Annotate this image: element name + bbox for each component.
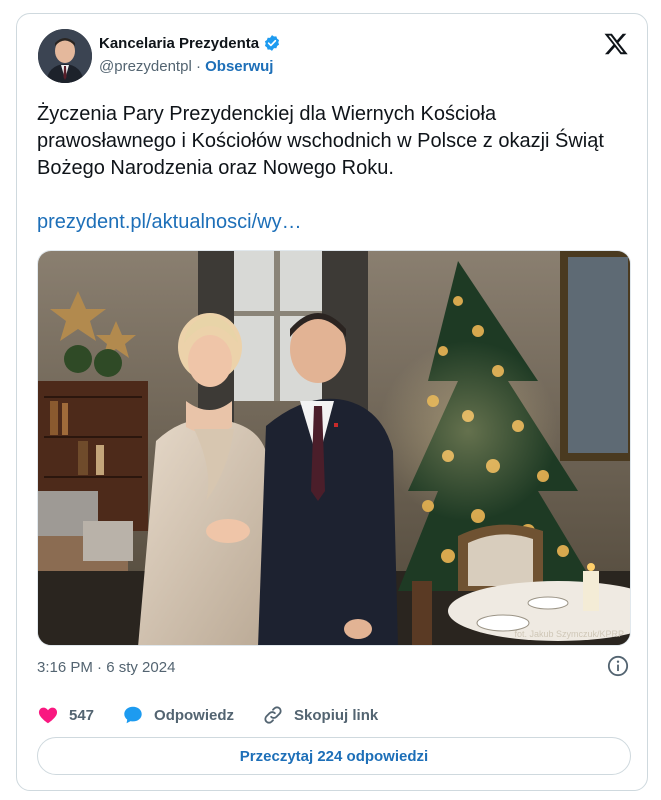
speech-bubble-icon: [124, 706, 142, 724]
copy-link-label: Skopiuj link: [294, 706, 379, 724]
account-display-name[interactable]: Kancelaria Prezydenta: [99, 35, 259, 52]
photo-credit: fot. Jakub Szymczuk/KPRP: [514, 629, 624, 639]
avatar[interactable]: [38, 29, 92, 83]
follow-button[interactable]: Obserwuj: [205, 58, 273, 75]
link-icon: [264, 706, 282, 724]
read-replies-button[interactable]: Przeczytaj 224 odpowiedzi: [37, 737, 631, 775]
account-name-row: Kancelaria Prezydenta: [99, 34, 281, 52]
handle-row: @prezydentpl · Obserwuj: [99, 58, 273, 75]
copy-link-button[interactable]: Skopiuj link: [262, 704, 378, 726]
tweet-card: Kancelaria Prezydenta @prezydentpl · Obs…: [16, 13, 648, 791]
reply-button[interactable]: Odpowiedz: [122, 704, 234, 726]
like-count: 547: [69, 706, 95, 724]
read-replies-label: Przeczytaj 224 odpowiedzi: [239, 747, 429, 765]
info-icon[interactable]: [607, 655, 629, 677]
action-bar: 547 Odpowiedz Skopiuj link: [37, 704, 406, 726]
reply-label: Odpowiedz: [154, 706, 235, 724]
photo-image: fot. Jakub Szymczuk/KPRP: [38, 251, 630, 645]
tweet-link[interactable]: prezydent.pl/aktualnosci/wy…: [37, 211, 302, 234]
x-logo-icon[interactable]: [603, 31, 629, 57]
account-handle[interactable]: @prezydentpl: [99, 58, 192, 75]
tweet-text: Życzenia Pary Prezydenckiej dla Wiernych…: [37, 103, 604, 179]
tweet-photo[interactable]: fot. Jakub Szymczuk/KPRP: [37, 250, 631, 646]
avatar-image: [38, 29, 92, 83]
handle-separator: ·: [191, 58, 206, 75]
like-button[interactable]: 547: [37, 704, 94, 726]
heart-icon: [38, 707, 58, 724]
verified-badge-icon: [265, 35, 280, 51]
tweet-timestamp[interactable]: 3:16 PM · 6 sty 2024: [37, 659, 175, 676]
